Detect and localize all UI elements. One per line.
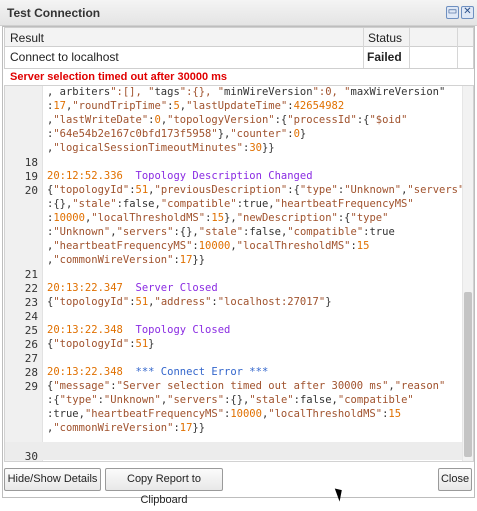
- log-line: :{},"stale":false,"compatible":true,"hea…: [47, 198, 414, 210]
- log-line: 20:13:22.348 *** Connect Error ***: [47, 366, 269, 378]
- log-line: {"message":"Server selection timed out a…: [47, 380, 446, 392]
- log-editor[interactable]: , arbiters":[], "tags":{}, "minWireVersi…: [4, 85, 474, 462]
- log-line: :"Unknown","servers":{},"stale":false,"c…: [47, 226, 395, 238]
- error-message: Server selection timed out after 30000 m…: [10, 71, 228, 83]
- log-line: :true,"heartbeatFrequencyMS":10000,"loca…: [47, 408, 402, 420]
- log-line: ,"commonWireVersion":17}}: [47, 254, 206, 266]
- line-number: 23: [24, 296, 38, 309]
- line-number: 22: [24, 282, 38, 295]
- log-line: {"topologyId":51,"address":"localhost:27…: [47, 296, 332, 308]
- log-line: 20:13:22.347 Server Closed: [47, 282, 218, 294]
- restore-icon[interactable]: ▭: [446, 6, 459, 19]
- log-line: , arbiters":[], "tags":{}, "minWireVersi…: [47, 86, 446, 98]
- scrollbar-thumb[interactable]: [464, 292, 472, 457]
- log-line: :10000,"localThresholdMS":15},"newDescri…: [47, 212, 389, 224]
- log-line: ,"commonWireVersion":17}}: [47, 422, 206, 434]
- line-number: 27: [24, 352, 38, 365]
- vertical-scrollbar[interactable]: [462, 86, 473, 461]
- line-number: 29: [24, 380, 38, 393]
- line-number: 18: [24, 156, 38, 169]
- line-number: 24: [24, 310, 38, 323]
- header-result: Result: [10, 31, 45, 45]
- results-table: Result Status Connect to localhost Faile…: [4, 27, 474, 69]
- close-icon[interactable]: ✕: [461, 6, 474, 19]
- line-number: 25: [24, 324, 38, 337]
- close-button[interactable]: Close: [438, 468, 472, 491]
- copy-report-button[interactable]: Copy Report to Clipboard: [105, 468, 223, 506]
- line-number: 20: [24, 184, 38, 197]
- line-number: 19: [24, 170, 38, 183]
- line-number: 28: [24, 366, 38, 379]
- log-line: :"64e54b2e167c0bfd173f5958"},"counter":0…: [47, 128, 307, 140]
- table-header: Result Status: [5, 28, 473, 47]
- line-number: 26: [24, 338, 38, 351]
- log-line: 20:12:52.336 Topology Description Change…: [47, 170, 313, 182]
- log-line: {"topologyId":51}: [47, 338, 155, 350]
- line-number: 30: [24, 450, 38, 462]
- window-title: Test Connection: [7, 6, 101, 20]
- title-bar[interactable]: Test Connection ▭ ✕: [0, 0, 477, 26]
- log-line: ,"lastWriteDate":0,"topologyVersion":{"p…: [47, 114, 408, 126]
- log-line: :{"type":"Unknown","servers":{},"stale":…: [47, 394, 414, 406]
- log-line: :17,"roundTripTime":5,"lastUpdateTime":4…: [47, 100, 345, 112]
- status-badge: Failed: [367, 50, 402, 64]
- log-line: 20:13:22.348 Topology Closed: [47, 324, 231, 336]
- footer-bar: Hide/Show Details Copy Report to Clipboa…: [4, 468, 474, 506]
- table-row[interactable]: Connect to localhost Failed: [5, 47, 473, 68]
- header-status: Status: [368, 31, 403, 45]
- result-cell: Connect to localhost: [10, 50, 119, 64]
- hide-show-details-button[interactable]: Hide/Show Details: [4, 468, 101, 491]
- log-line: {"topologyId":51,"previousDescription":{…: [47, 184, 465, 196]
- log-line: ,"heartbeatFrequencyMS":10000,"localThre…: [47, 240, 370, 252]
- current-line-highlight: [5, 442, 467, 460]
- log-line: ,"logicalSessionTimeoutMinutes":30}}: [47, 142, 275, 154]
- line-number: 21: [24, 268, 38, 281]
